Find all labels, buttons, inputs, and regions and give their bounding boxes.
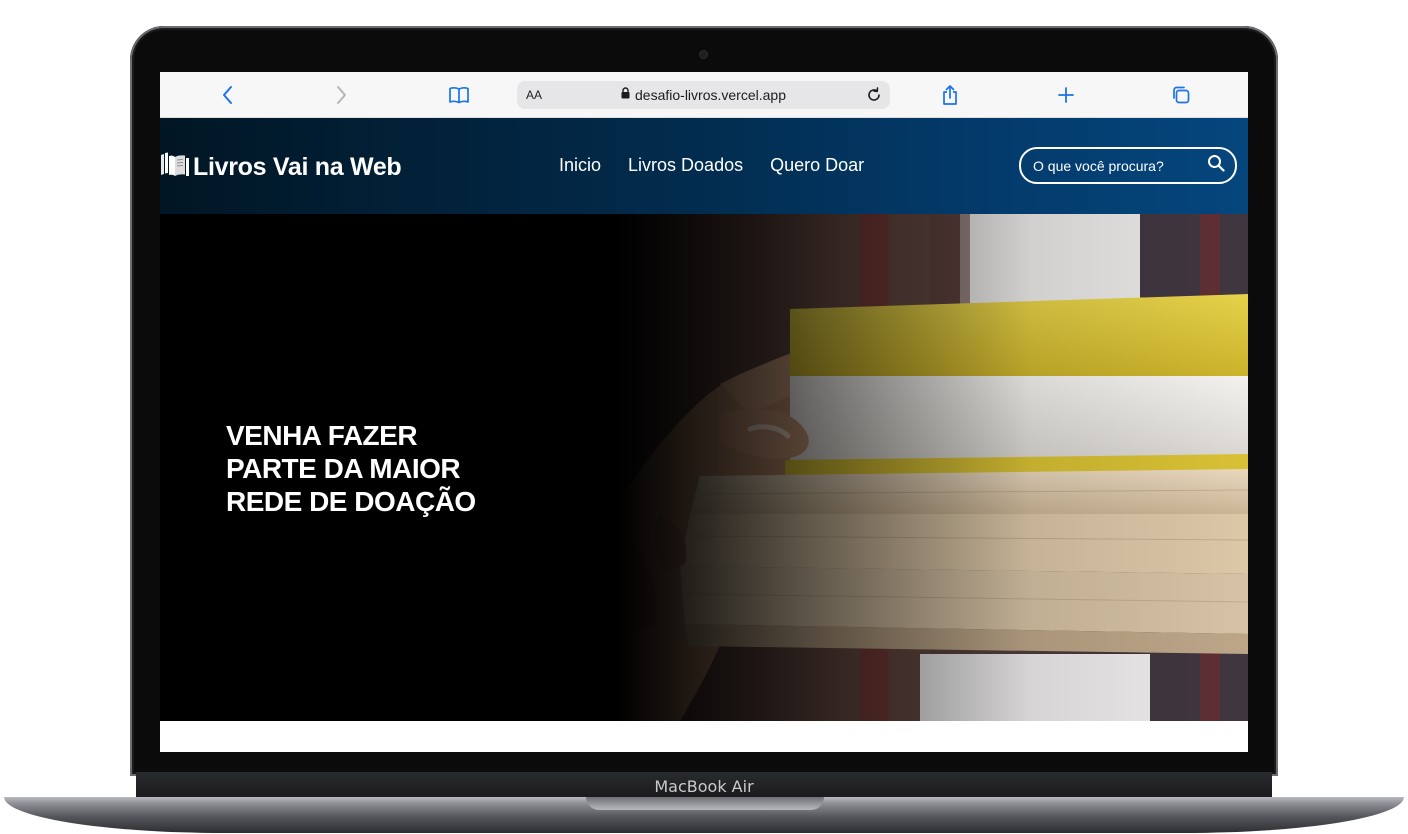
nav-link-inicio[interactable]: Inicio [559, 155, 601, 176]
lock-icon [621, 86, 630, 104]
browser-toolbar: AA desafio-livros.vercel.app [160, 72, 1248, 118]
site-header: Livros Vai na Web Inicio Livros Doados Q… [160, 118, 1248, 214]
chevron-left-icon[interactable] [217, 83, 237, 107]
search-input[interactable] [1033, 157, 1193, 174]
reload-icon[interactable] [864, 85, 884, 110]
laptop-screen: AA desafio-livros.vercel.app Livros Vai … [160, 72, 1248, 752]
device-label: MacBook Air [654, 777, 754, 796]
nav-link-quero-doar[interactable]: Quero Doar [770, 155, 864, 176]
address-bar[interactable]: AA desafio-livros.vercel.app [517, 81, 890, 109]
book-icon[interactable] [447, 83, 471, 107]
chevron-right-icon[interactable] [332, 83, 352, 107]
plus-icon[interactable] [1055, 83, 1077, 107]
share-icon[interactable] [939, 83, 961, 107]
nav-link-livros-doados[interactable]: Livros Doados [628, 155, 743, 176]
main-nav: Inicio Livros Doados Quero Doar [559, 155, 864, 176]
hero-banner: VENHA FAZER PARTE DA MAIOR REDE DE DOAÇÃ… [160, 214, 1248, 721]
hero-title-line-1: VENHA FAZER [226, 420, 418, 451]
hero-title-line-3: REDE DE DOAÇÃO [226, 486, 476, 517]
search-icon[interactable] [1207, 154, 1225, 177]
page-content-start [160, 721, 1248, 752]
camera-dot [700, 51, 707, 58]
hero-title-line-2: PARTE DA MAIOR [226, 453, 461, 484]
site-logo[interactable]: Livros Vai na Web [160, 152, 402, 183]
open-book-icon [160, 152, 190, 183]
laptop-notch [586, 797, 824, 810]
hero-title: VENHA FAZER PARTE DA MAIOR REDE DE DOAÇÃ… [226, 419, 506, 518]
address-url[interactable]: desafio-livros.vercel.app [635, 87, 786, 103]
tabs-icon[interactable] [1170, 83, 1192, 107]
search-box [1019, 147, 1237, 184]
logo-text: Livros Vai na Web [193, 153, 402, 181]
